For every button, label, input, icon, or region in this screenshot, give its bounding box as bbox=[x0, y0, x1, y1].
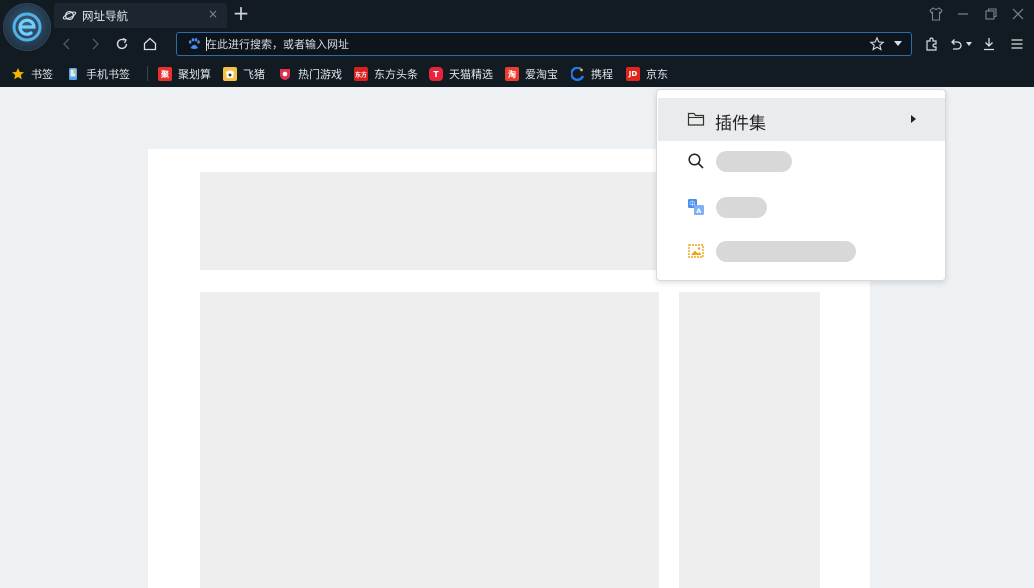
new-tab-button[interactable]: + bbox=[232, 3, 250, 23]
close-window-icon[interactable] bbox=[1010, 6, 1026, 22]
bookmarks-bar: 书签 手机书签 聚 聚划算 飞猪 热门游戏 东方 东方头条 T 天猫精选 淘 爱… bbox=[0, 62, 1034, 86]
skeleton-main bbox=[200, 292, 659, 588]
toolbar-dropdown-menu: 插件集 中 A bbox=[656, 89, 946, 281]
address-bar[interactable] bbox=[176, 32, 912, 56]
skeleton-label bbox=[716, 151, 792, 172]
favorite-star-icon[interactable] bbox=[869, 36, 885, 52]
aitaobao-icon: 淘 bbox=[505, 67, 519, 81]
submenu-arrow-icon bbox=[911, 115, 916, 123]
folder-icon bbox=[687, 112, 705, 126]
browser-logo-icon[interactable] bbox=[3, 3, 51, 51]
restore-icon[interactable] bbox=[983, 6, 999, 22]
tmall-icon: T bbox=[429, 67, 443, 81]
translate-icon: 中 A bbox=[688, 199, 704, 215]
game-icon bbox=[280, 69, 290, 80]
extensions-icon[interactable] bbox=[923, 35, 941, 53]
text-caret bbox=[206, 37, 207, 51]
ctrip-icon bbox=[571, 67, 585, 81]
image-icon bbox=[688, 244, 704, 258]
dftt-icon: 东方 bbox=[354, 67, 368, 81]
menu-item-search[interactable] bbox=[658, 141, 945, 181]
download-icon[interactable] bbox=[980, 35, 998, 53]
juhuasuan-icon: 聚 bbox=[158, 67, 172, 81]
baidu-paw-icon[interactable] bbox=[187, 37, 201, 51]
bookmark-item[interactable]: 携程 bbox=[571, 66, 613, 82]
address-input[interactable] bbox=[206, 36, 856, 52]
search-icon bbox=[688, 153, 704, 169]
browser-chrome: 网址导航 × + 在此进行搜索，或者输入网址 书签 手机书签 聚 聚划算 飞猪 … bbox=[0, 0, 1034, 87]
bookmark-item[interactable]: 淘 爱淘宝 bbox=[505, 66, 558, 82]
tab-title: 网址导航 bbox=[82, 9, 128, 23]
minimize-icon[interactable] bbox=[955, 6, 971, 22]
back-icon[interactable] bbox=[58, 35, 76, 53]
undo-icon[interactable] bbox=[947, 35, 965, 53]
bookmark-item[interactable]: 聚 聚划算 bbox=[158, 66, 211, 82]
bookmark-item[interactable]: 书签 bbox=[11, 66, 53, 82]
jd-icon: JD bbox=[626, 67, 640, 81]
bookmark-item[interactable]: 东方 东方头条 bbox=[354, 66, 418, 82]
forward-icon[interactable] bbox=[86, 35, 104, 53]
menu-item-plugins[interactable]: 插件集 bbox=[658, 98, 945, 141]
menu-item-translate[interactable]: 中 A bbox=[658, 187, 945, 227]
feizhu-icon bbox=[223, 67, 237, 81]
reload-icon[interactable] bbox=[113, 35, 131, 53]
phone-bookmark-icon bbox=[69, 68, 77, 80]
tab-close-icon[interactable]: × bbox=[206, 7, 220, 21]
skeleton-label bbox=[716, 197, 767, 218]
planet-icon bbox=[62, 10, 77, 21]
skeleton-side bbox=[679, 292, 820, 588]
undo-dropdown-icon[interactable] bbox=[966, 42, 972, 46]
skin-icon[interactable] bbox=[928, 6, 944, 22]
bookmark-item[interactable]: 飞猪 bbox=[223, 66, 265, 82]
star-icon bbox=[12, 68, 24, 80]
bookmark-item[interactable]: 手机书签 bbox=[66, 66, 130, 82]
home-icon[interactable] bbox=[141, 35, 159, 53]
menu-item-image[interactable] bbox=[658, 231, 945, 271]
bookmark-item[interactable]: 热门游戏 bbox=[278, 66, 342, 82]
search-engine-dropdown-icon[interactable] bbox=[894, 41, 902, 46]
menu-item-plugins-label: 插件集 bbox=[715, 114, 766, 134]
svg-text:A: A bbox=[696, 207, 701, 215]
menu-icon[interactable] bbox=[1008, 35, 1026, 53]
tab-active[interactable]: 网址导航 × bbox=[54, 3, 227, 28]
skeleton-banner bbox=[200, 172, 658, 270]
bookmarks-separator bbox=[147, 66, 148, 81]
skeleton-label bbox=[716, 241, 856, 262]
bookmark-item[interactable]: JD 京东 bbox=[626, 66, 668, 82]
bookmark-item[interactable]: T 天猫精选 bbox=[429, 66, 493, 82]
svg-text:中: 中 bbox=[689, 200, 695, 208]
